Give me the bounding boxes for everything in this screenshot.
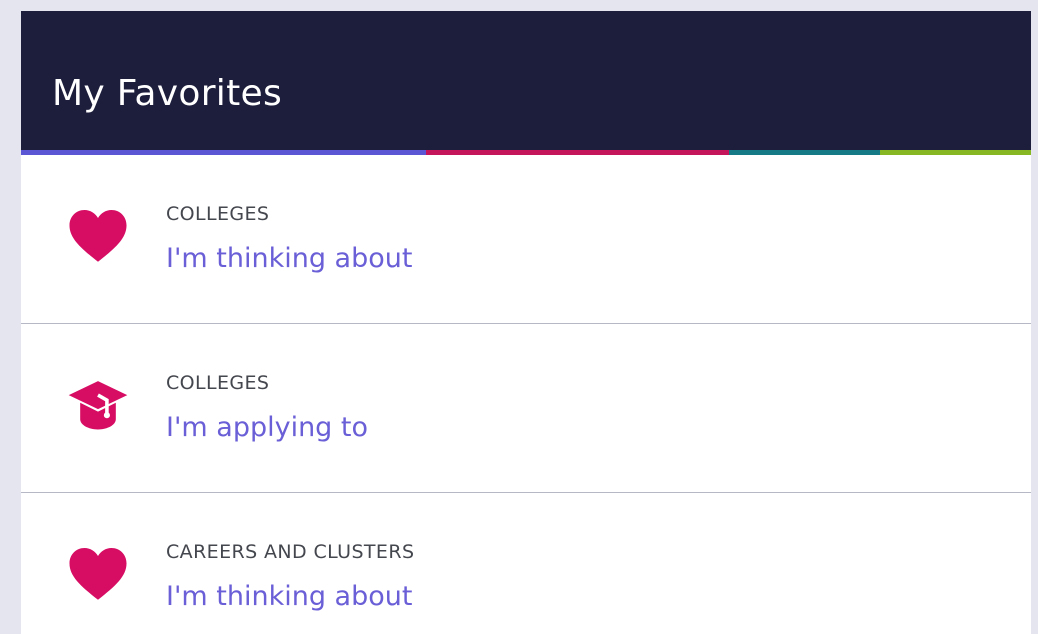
heart-icon [69, 210, 127, 262]
graduation-cap-icon [68, 381, 128, 430]
favorites-item-careers-thinking[interactable]: CAREERS AND CLUSTERS I'm thinking about [21, 493, 1031, 634]
item-link[interactable]: I'm thinking about [166, 581, 412, 612]
favorites-item-colleges-thinking[interactable]: COLLEGES I'm thinking about [21, 155, 1031, 324]
favorites-panel: My Favorites COLLEGES I'm thinking about… [21, 11, 1031, 634]
item-link[interactable]: I'm thinking about [166, 243, 412, 274]
panel-title: My Favorites [52, 73, 283, 114]
favorites-item-colleges-applying[interactable]: COLLEGES I'm applying to [21, 324, 1031, 493]
item-link[interactable]: I'm applying to [166, 412, 368, 443]
item-category: CAREERS AND CLUSTERS [166, 541, 415, 563]
item-category: COLLEGES [166, 203, 270, 225]
panel-header: My Favorites [21, 11, 1031, 150]
heart-icon [69, 548, 127, 600]
item-category: COLLEGES [166, 372, 270, 394]
